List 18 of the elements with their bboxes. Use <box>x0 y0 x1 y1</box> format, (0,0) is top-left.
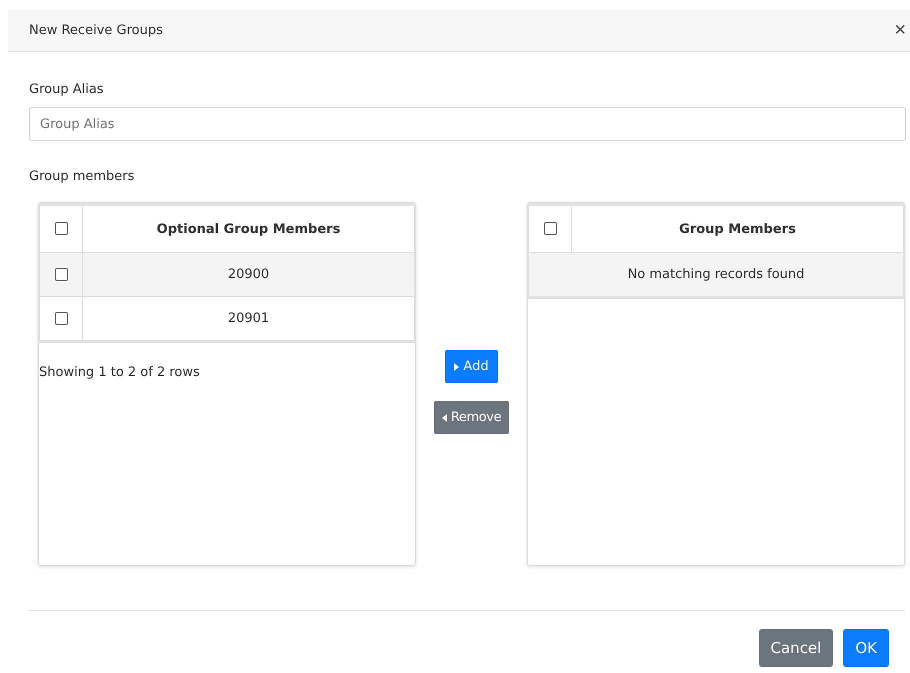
field-label: Group Alias <box>29 82 105 97</box>
pagination-text: Showing 1 to 2 of 2 rows <box>39 365 201 380</box>
dialog-title: New Receive Groups <box>29 23 163 38</box>
checkbox[interactable] <box>54 268 68 281</box>
alias-field[interactable]: Group Alias <box>29 107 906 141</box>
cancel-button[interactable]: Cancel <box>758 629 834 667</box>
caret-left-icon <box>442 414 447 422</box>
table-cell: 20900 <box>82 252 414 296</box>
add-button[interactable]: Add <box>445 350 498 383</box>
checkbox[interactable] <box>544 222 556 236</box>
empty-message: No matching records found <box>528 252 904 298</box>
section-label: Group members <box>29 169 136 184</box>
caret-right-icon <box>454 362 460 370</box>
checkbox[interactable] <box>54 222 68 236</box>
close-button[interactable]: × <box>890 19 910 42</box>
remove-button[interactable]: Remove <box>434 401 510 434</box>
checkbox[interactable] <box>54 312 68 325</box>
ok-button[interactable]: OK <box>843 629 889 667</box>
